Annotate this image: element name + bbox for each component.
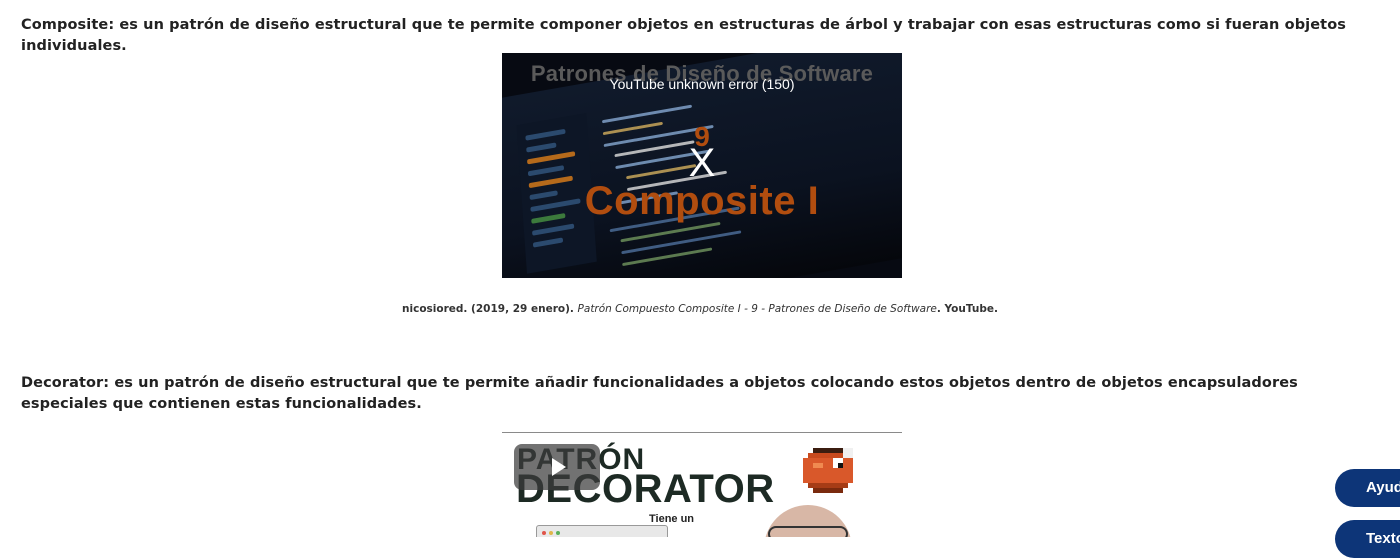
youtube-video-composite[interactable]: Patrones de Diseño de Software YouTube u… [502, 53, 902, 278]
composite-paragraph: Composite: es un patrón de diseño estruc… [21, 17, 1347, 54]
help-button[interactable]: Ayuda [1335, 469, 1400, 507]
video-title-text: Composite I [584, 179, 820, 223]
glasses [768, 526, 848, 537]
decorator-paragraph: Decorator: es un patrón de diseño estruc… [21, 375, 1298, 412]
caption-title: Patrón Compuesto Composite I - 9 - Patro… [577, 303, 937, 315]
window-mockup [536, 525, 668, 537]
text-button[interactable]: Texto [1335, 520, 1400, 558]
thumbnail-note: Tiene un [649, 513, 695, 525]
video-citation-caption: nicosiored. (2019, 29 enero). Patrón Com… [0, 303, 1400, 315]
youtube-video-decorator[interactable]: PATRÓN DECORATOR Tiene un [502, 432, 902, 537]
video-error-message: YouTube unknown error (150) [609, 76, 795, 92]
play-icon[interactable] [514, 444, 600, 490]
pixel-bird-icon [803, 448, 853, 493]
caption-prefix: nicosiored. (2019, 29 enero). [402, 303, 578, 315]
caption-suffix: . YouTube. [936, 303, 998, 315]
